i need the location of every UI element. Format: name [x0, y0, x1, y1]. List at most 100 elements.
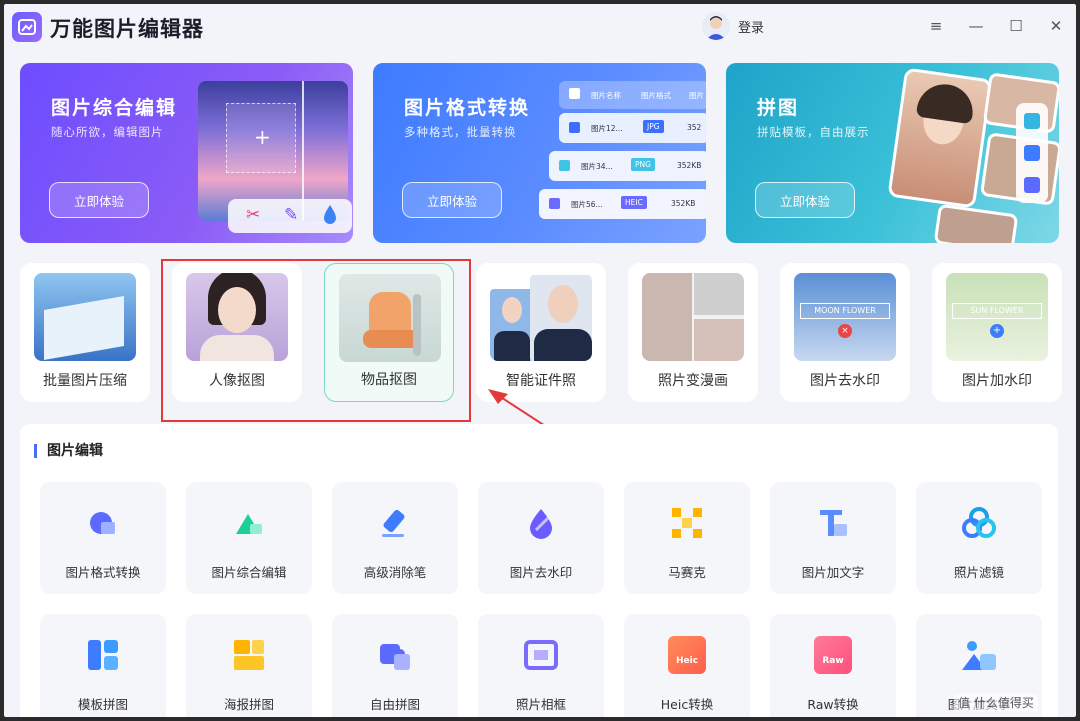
collage-photo [933, 203, 1019, 243]
checkbox-icon [559, 160, 570, 171]
feature-filter[interactable]: 照片滤镜 [916, 482, 1042, 594]
feature-poster-collage[interactable]: 海报拼图 [186, 614, 312, 717]
tool-thumbnail: MOON FLOWER × [794, 273, 896, 361]
feature-image-edit[interactable]: 图片综合编辑 [186, 482, 312, 594]
app-logo-icon [12, 12, 42, 42]
banner-collage[interactable]: 拼图 拼贴模板，自由展示 立即体验 [726, 63, 1059, 243]
try-now-button[interactable]: 立即体验 [402, 182, 502, 218]
banner-subtitle: 随心所欲，编辑图片 [51, 125, 164, 139]
watermark-remove-icon [530, 509, 552, 539]
heic-icon: Heic [668, 636, 706, 674]
feature-label: 图片综合编辑 [211, 565, 287, 580]
remove-icon: × [838, 324, 852, 338]
column-header: 图片名称 [591, 91, 621, 100]
layout-picker [1016, 103, 1048, 203]
feature-label: 自由拼图 [369, 697, 420, 712]
feature-remove-watermark[interactable]: 图片去水印 [478, 482, 604, 594]
site-watermark: 值 什么值得买 [954, 694, 1038, 711]
tool-label: 图片去水印 [810, 373, 880, 389]
feature-label: 照片相框 [515, 697, 566, 712]
banner-image-edit[interactable]: 图片综合编辑 随心所欲，编辑图片 立即体验 + ✂ ✎ [20, 63, 353, 243]
checkbox-icon [549, 198, 560, 209]
stack-layout-icon [1024, 145, 1040, 161]
menu-icon[interactable]: ≡ [924, 14, 948, 38]
feature-label: 模板拼图 [77, 697, 128, 712]
tool-thumbnail [490, 273, 592, 361]
tool-label: 批量图片压缩 [43, 373, 127, 389]
watermark-text: SUN FLOWER [952, 303, 1042, 319]
feature-label: Raw转换 [807, 697, 859, 712]
feature-raw-convert[interactable]: Raw Raw转换 [770, 614, 896, 717]
try-now-button[interactable]: 立即体验 [49, 182, 149, 218]
banner-title: 拼图 [757, 97, 800, 119]
heic-badge: Heic [675, 656, 699, 666]
image-edit-panel: 图片编辑 图片格式转换 图片综合编辑 高级消除笔 图片去水印 马赛克 图片加文字 [20, 424, 1058, 717]
close-button[interactable]: ✕ [1044, 14, 1068, 38]
file-row: 图片12... JPG 352 [559, 113, 706, 143]
tool-batch-compress[interactable]: 批量图片压缩 [20, 263, 150, 402]
format-badge: HEIC [621, 196, 647, 209]
column-header: 图片 [689, 91, 704, 100]
add-text-icon [820, 510, 847, 536]
app-title: 万能图片编辑器 [50, 17, 204, 41]
filter-icon [962, 507, 996, 538]
title-bar: 万能图片编辑器 登录 ≡ — ☐ ✕ [4, 4, 1076, 50]
feature-label: 图片去水印 [509, 565, 573, 580]
feature-label: 海报拼图 [223, 697, 274, 712]
feature-heic-convert[interactable]: Heic Heic转换 [624, 614, 750, 717]
feature-photo-frame[interactable]: 照片相框 [478, 614, 604, 717]
photo-frame-icon [524, 640, 558, 670]
eraser-pen-icon [382, 509, 405, 537]
column-header: 图片格式 [641, 91, 671, 100]
banner-title: 图片格式转换 [404, 97, 531, 119]
tool-add-watermark[interactable]: SUN FLOWER + 图片加水印 [932, 263, 1062, 402]
feature-add-text[interactable]: 图片加文字 [770, 482, 896, 594]
banner-title: 图片综合编辑 [51, 97, 178, 119]
format-convert-icon [90, 512, 115, 534]
tool-label: 图片加水印 [962, 373, 1032, 389]
format-badge: PNG [631, 158, 655, 171]
tool-id-photo[interactable]: 智能证件照 [476, 263, 606, 402]
template-collage-icon [88, 640, 118, 670]
feature-eraser-pen[interactable]: 高级消除笔 [332, 482, 458, 594]
feature-free-collage[interactable]: 自由拼图 [332, 614, 458, 717]
banner-format-convert[interactable]: 图片格式转换 多种格式，批量转换 立即体验 图片名称 图片格式 图片 图片12.… [373, 63, 706, 243]
file-row: 图片34... PNG 352KB [549, 151, 706, 181]
login-link[interactable]: 登录 [738, 17, 764, 36]
file-row: 图片56... HEIC 352KB [539, 189, 706, 219]
feature-template-collage[interactable]: 模板拼图 [40, 614, 166, 717]
feature-label: 图片加文字 [801, 565, 865, 580]
feature-label: 照片滤镜 [953, 565, 1004, 580]
tool-remove-watermark[interactable]: MOON FLOWER × 图片去水印 [780, 263, 910, 402]
raw-badge: Raw [822, 656, 844, 666]
file-name: 图片56... [571, 200, 603, 209]
column-layout-icon [1024, 177, 1040, 193]
highlight-box [161, 259, 471, 422]
watermark-text: MOON FLOWER [800, 303, 890, 319]
tool-photo-to-comic[interactable]: 照片变漫画 [628, 263, 758, 402]
file-size: 352KB [671, 199, 696, 208]
user-avatar[interactable] [702, 12, 730, 40]
feature-label: 高级消除笔 [363, 565, 427, 580]
scissors-icon: ✂ [246, 205, 261, 225]
checkbox-icon [569, 88, 580, 99]
file-name: 图片34... [581, 162, 613, 171]
tool-thumbnail [34, 273, 136, 361]
maximize-button[interactable]: ☐ [1004, 14, 1028, 38]
tool-label: 照片变漫画 [658, 373, 728, 389]
try-now-button[interactable]: 立即体验 [755, 182, 855, 218]
feature-label: Heic转换 [660, 697, 714, 712]
feature-label: 图片格式转换 [65, 565, 141, 580]
raw-icon: Raw [814, 636, 852, 674]
free-collage-icon [380, 644, 410, 670]
format-badge: JPG [643, 120, 664, 133]
file-name: 图片12... [591, 124, 623, 133]
poster-collage-icon [234, 640, 264, 670]
feature-mosaic[interactable]: 马赛克 [624, 482, 750, 594]
tool-thumbnail: SUN FLOWER + [946, 273, 1048, 361]
grid-layout-icon [1024, 113, 1040, 129]
minimize-button[interactable]: — [964, 14, 988, 38]
edit-toolbar: ✂ ✎ [228, 199, 352, 233]
section-title: 图片编辑 [34, 444, 103, 458]
feature-format-convert[interactable]: 图片格式转换 [40, 482, 166, 594]
